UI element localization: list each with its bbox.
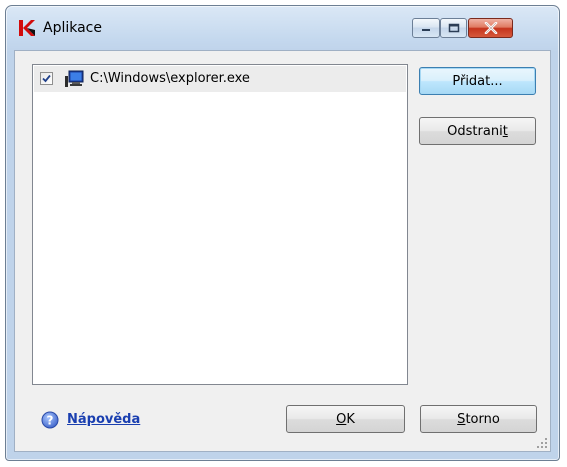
ok-button[interactable]: OK: [286, 405, 405, 433]
list-item[interactable]: C:\Windows\explorer.exe: [34, 66, 406, 92]
help-icon: ?: [41, 411, 59, 429]
title-bar[interactable]: Aplikace: [6, 6, 559, 50]
remove-accel: t: [502, 123, 508, 139]
dialog-body: C:\Windows\explorer.exe Přidat... Odstra…: [14, 50, 551, 452]
minimize-icon: [422, 29, 430, 31]
maximize-button[interactable]: [440, 18, 467, 38]
help-link[interactable]: Nápověda: [67, 412, 140, 427]
ok-label: K: [346, 411, 355, 427]
close-button[interactable]: [468, 18, 513, 38]
window-title: Aplikace: [43, 20, 102, 36]
minimize-button[interactable]: [412, 18, 440, 38]
item-path-label: C:\Windows\explorer.exe: [90, 71, 250, 86]
remove-label: Odstrani: [447, 123, 503, 139]
cancel-label: torno: [465, 411, 500, 427]
add-button[interactable]: Přidat...: [419, 67, 536, 95]
ok-accel: O: [336, 411, 347, 427]
application-list[interactable]: C:\Windows\explorer.exe: [32, 64, 408, 385]
remove-button[interactable]: Odstrani t: [419, 117, 536, 145]
maximize-icon: [448, 23, 459, 33]
close-icon: [484, 22, 497, 34]
cancel-accel: S: [457, 411, 466, 427]
application-window: Aplikace C:\Windows\explorer.exe Přidat.…: [5, 5, 560, 461]
checkmark-icon: [42, 74, 51, 83]
item-checkbox[interactable]: [40, 72, 53, 85]
cancel-button[interactable]: Storno: [420, 405, 537, 433]
resize-grip-icon[interactable]: [536, 437, 548, 449]
kaspersky-logo-icon: [19, 20, 35, 36]
svg-text:?: ?: [47, 414, 54, 428]
computer-icon: [65, 70, 84, 87]
